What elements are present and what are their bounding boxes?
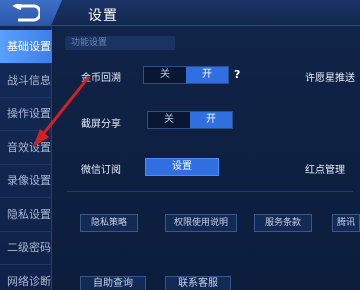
sidebar-item-audio[interactable]: 音效设置 bbox=[0, 131, 52, 165]
sidebar-item-privacy[interactable]: 隐私设置 bbox=[0, 198, 52, 232]
coin-rewind-toggle[interactable]: 关 开 bbox=[143, 66, 229, 84]
settings-panel: 功能设置 金币回溯 关 开 ? 许愿星推送 截屏分享 关 开 微信订阅 设置 红… bbox=[53, 26, 360, 290]
contact-support-button[interactable]: 联系客服 bbox=[165, 276, 231, 290]
self-service-query-button[interactable]: 自助查询 bbox=[80, 276, 146, 290]
back-arrow-icon bbox=[12, 4, 40, 22]
sidebar-item-secondary-password[interactable]: 二级密码 bbox=[0, 231, 52, 265]
toggle-off-option[interactable]: 关 bbox=[144, 67, 186, 83]
sidebar-item-battle-info[interactable]: 战斗信息 bbox=[0, 64, 52, 98]
wish-star-push-label: 许愿星推送 bbox=[305, 73, 355, 84]
divider bbox=[67, 191, 353, 192]
screenshot-share-label: 截屏分享 bbox=[81, 119, 121, 130]
sidebar-item-replay[interactable]: 录像设置 bbox=[0, 164, 52, 198]
wechat-subscribe-settings-button[interactable]: 设置 bbox=[145, 158, 219, 176]
page-title: 设置 bbox=[88, 8, 118, 24]
tencent-button[interactable]: 腾讯 bbox=[332, 214, 360, 232]
sidebar-item-basic[interactable]: 基础设置 bbox=[0, 30, 52, 64]
section-tab: 功能设置 bbox=[65, 36, 175, 50]
terms-of-service-button[interactable]: 服务条款 bbox=[254, 214, 312, 232]
toggle-off-option[interactable]: 关 bbox=[148, 112, 190, 128]
sidebar-item-network-diagnosis[interactable]: 网络诊断 bbox=[0, 265, 52, 290]
screenshot-share-toggle[interactable]: 关 开 bbox=[147, 111, 233, 129]
toggle-on-option[interactable]: 开 bbox=[186, 67, 228, 83]
sidebar: 基础设置 战斗信息 操作设置 音效设置 录像设置 隐私设置 二级密码 网络诊断 bbox=[0, 26, 52, 290]
header-bar: 设置 bbox=[0, 0, 360, 26]
wechat-subscribe-label: 微信订阅 bbox=[81, 165, 121, 176]
help-icon[interactable]: ? bbox=[234, 68, 240, 81]
toggle-on-option[interactable]: 开 bbox=[190, 112, 232, 128]
sidebar-item-controls[interactable]: 操作设置 bbox=[0, 97, 52, 131]
red-dot-management-label: 红点管理 bbox=[305, 165, 345, 176]
privacy-policy-button[interactable]: 隐私策略 bbox=[80, 214, 138, 232]
coin-rewind-label: 金币回溯 bbox=[81, 73, 121, 84]
permission-usage-button[interactable]: 权限使用说明 bbox=[165, 214, 237, 232]
back-button[interactable] bbox=[0, 0, 62, 26]
